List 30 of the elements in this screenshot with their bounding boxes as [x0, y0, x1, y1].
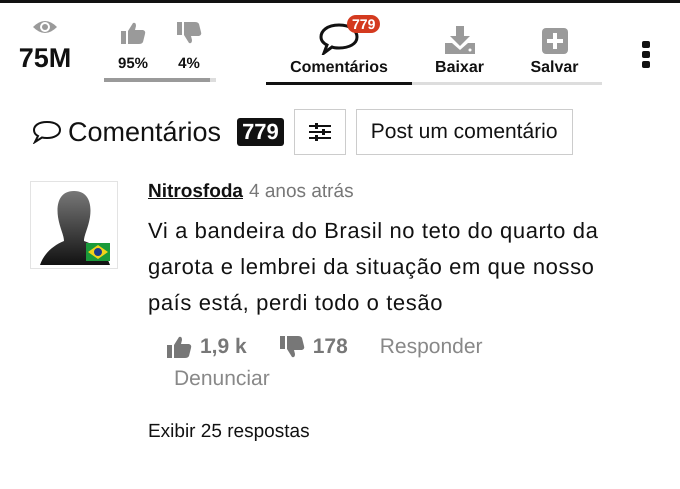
report-link[interactable]: Denunciar — [174, 367, 270, 391]
plus-square-icon — [540, 27, 568, 55]
thumbs-down-icon — [278, 335, 305, 359]
show-replies-link[interactable]: Exibir 25 respostas — [148, 421, 628, 443]
thumbs-up-icon[interactable] — [120, 21, 146, 45]
tab[interactable]: Baixar — [412, 15, 507, 85]
comments-title: Comentários — [68, 116, 222, 148]
thumbs-up-icon — [166, 335, 192, 359]
tab[interactable]: Salvar — [507, 15, 602, 85]
comment-time: 4 anos atrás — [249, 181, 354, 203]
author-link[interactable]: Nitrosfoda — [148, 181, 243, 203]
speech-bubble-icon — [32, 120, 62, 144]
view-count: 75M — [18, 43, 72, 74]
reply-link[interactable]: Responder — [380, 335, 482, 359]
download-icon — [444, 25, 476, 55]
like-button[interactable]: 1,9 k — [166, 335, 247, 359]
dislike-button[interactable]: 178 — [278, 335, 348, 359]
like-percentage: 95% — [118, 55, 148, 72]
more-options-icon[interactable] — [642, 41, 650, 69]
comment-text: Vi a bandeira do Brasil no teto do quarto da garota e lembrei da situação em que nosso país está, perdi todo o tesão — [148, 217, 600, 317]
count-badge: 779 — [347, 15, 380, 33]
filter-button[interactable] — [294, 109, 346, 155]
sliders-icon — [308, 123, 331, 141]
dislike-percentage: 4% — [178, 55, 200, 72]
eye-icon — [32, 19, 58, 35]
tab[interactable]: 779 Comentários — [266, 15, 412, 85]
brazil-flag-icon — [86, 243, 110, 261]
thumbs-down-icon[interactable] — [176, 21, 202, 45]
comment-count: 779 — [237, 118, 284, 146]
post-comment-button[interactable]: Post um comentário — [356, 109, 573, 155]
